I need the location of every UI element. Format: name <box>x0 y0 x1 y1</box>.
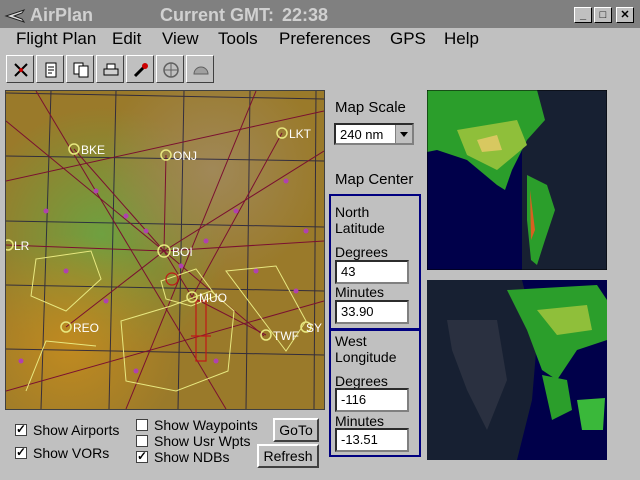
compass-button[interactable] <box>6 55 34 83</box>
waypoint-label: BKE <box>81 143 105 157</box>
lat-minutes-field[interactable]: 33.90 <box>335 300 409 324</box>
lat-degrees-field[interactable]: 43 <box>335 260 409 284</box>
waypoint-label: TWF <box>273 329 299 343</box>
west-label: West <box>335 333 367 349</box>
gmt-value: 22:38 <box>282 5 329 25</box>
chevron-down-icon[interactable] <box>395 125 412 143</box>
waypoint-label: ONJ <box>173 149 197 163</box>
menu-view[interactable]: View <box>162 29 199 49</box>
sectional-map[interactable]: BKE ONJ LKT LR BOI MUO REO TWF SY <box>5 90 325 410</box>
close-button[interactable]: ✕ <box>616 7 634 23</box>
show-usr-wpts-label: Show Usr Wpts <box>154 433 251 449</box>
show-airports-label: Show Airports <box>33 422 120 438</box>
map-scale-select[interactable]: 240 nm <box>334 123 414 145</box>
show-waypoints-label: Show Waypoints <box>154 417 258 433</box>
waypoint-label: MUO <box>199 291 227 305</box>
gauge-icon <box>193 66 209 75</box>
show-ndbs-label: Show NDBs <box>154 449 230 465</box>
map-scale-value: 240 nm <box>340 127 384 142</box>
lon-degrees-field[interactable]: -116 <box>335 388 409 412</box>
menu-bar: Flight Plan Edit View Tools Preferences … <box>0 28 640 52</box>
lat-minutes-label: Minutes <box>335 284 385 300</box>
globe-button[interactable] <box>156 55 184 83</box>
globe-view-eastern <box>427 280 607 460</box>
gmt-label: Current GMT: <box>160 5 274 25</box>
globe-view-americas <box>427 90 607 270</box>
waypoint-label: LKT <box>289 127 312 141</box>
map-center-label: Map Center <box>335 171 414 188</box>
app-title: AirPlan <box>30 5 94 25</box>
gauge-button[interactable] <box>186 55 214 83</box>
copy-doc-button[interactable] <box>66 55 94 83</box>
refresh-button[interactable]: Refresh <box>257 444 319 468</box>
show-vors-label: Show VORs <box>33 445 110 461</box>
menu-help[interactable]: Help <box>444 29 479 49</box>
maximize-button[interactable]: □ <box>594 7 612 23</box>
waypoint-label: LR <box>14 239 30 253</box>
compass-icon <box>14 63 28 77</box>
airplane-icon <box>4 9 26 23</box>
map-scale-label: Map Scale <box>335 99 406 116</box>
new-doc-icon <box>45 62 57 78</box>
menu-tools[interactable]: Tools <box>218 29 258 49</box>
minimize-button[interactable]: _ <box>574 7 592 23</box>
longitude-label: Longitude <box>335 349 397 365</box>
tools-button[interactable] <box>126 55 154 83</box>
waypoint-label: REO <box>73 321 99 335</box>
waypoint-label: BOI <box>172 245 193 259</box>
checkbox-box[interactable] <box>136 419 148 431</box>
goto-button[interactable]: GoTo <box>273 418 319 442</box>
lon-minutes-label: Minutes <box>335 413 385 429</box>
tools-icon <box>133 63 148 78</box>
menu-flight-plan[interactable]: Flight Plan <box>16 29 96 49</box>
map-canvas: BKE ONJ LKT LR BOI MUO REO TWF SY <box>6 91 324 409</box>
latitude-group: North Latitude Degrees 43 Minutes 33.90 <box>329 194 421 330</box>
copy-doc-icon <box>73 62 89 78</box>
print-button[interactable] <box>96 55 124 83</box>
latitude-label: Latitude <box>335 220 385 236</box>
menu-preferences[interactable]: Preferences <box>279 29 371 49</box>
menu-edit[interactable]: Edit <box>112 29 141 49</box>
longitude-group: West Longitude Degrees -116 Minutes -13.… <box>329 329 421 457</box>
menu-gps[interactable]: GPS <box>390 29 426 49</box>
globe-icon <box>163 62 179 78</box>
north-label: North <box>335 204 370 220</box>
new-doc-button[interactable] <box>36 55 64 83</box>
checkbox-box[interactable] <box>136 435 148 447</box>
lon-minutes-field[interactable]: -13.51 <box>335 428 409 452</box>
lat-degrees-label: Degrees <box>335 244 388 260</box>
map-options-panel: Show Airports Show VORs Show Waypoints S… <box>5 412 323 472</box>
toolbar <box>0 54 640 86</box>
checkbox-box[interactable] <box>15 445 27 459</box>
print-icon <box>103 63 119 76</box>
checkbox-box[interactable] <box>136 449 148 463</box>
checkbox-box[interactable] <box>15 422 27 436</box>
lon-degrees-label: Degrees <box>335 373 388 389</box>
waypoint-label: SY <box>306 321 322 335</box>
